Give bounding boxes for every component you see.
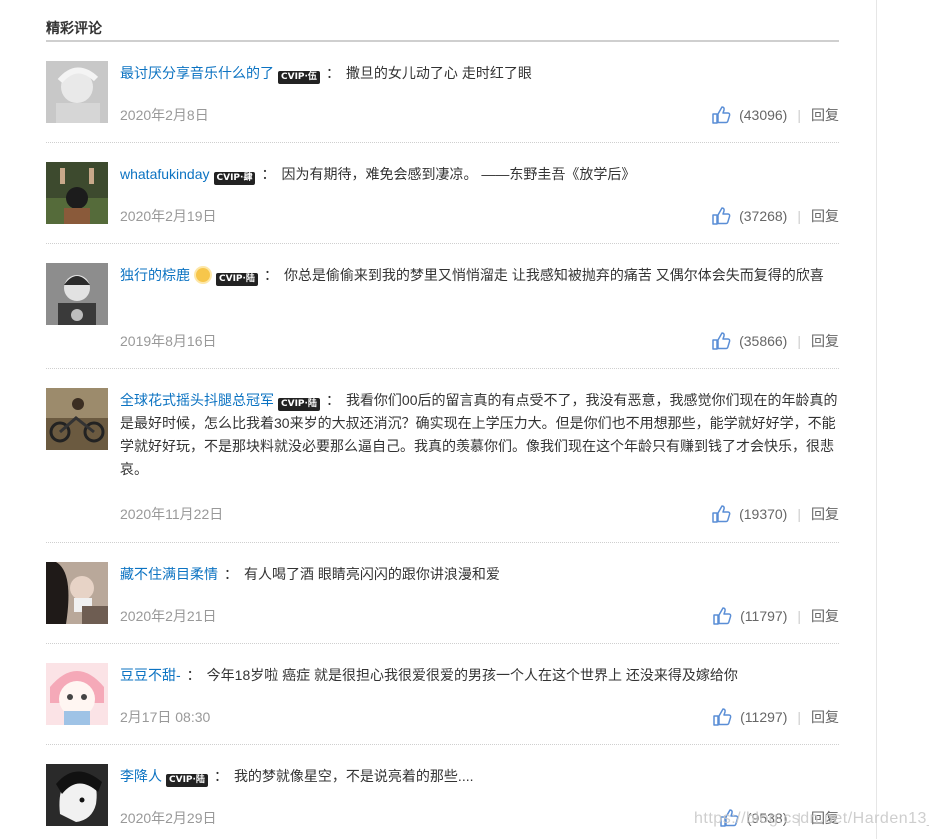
content-right-border	[876, 0, 877, 839]
like-count: (43096)	[739, 107, 788, 123]
thumbs-up-icon[interactable]	[711, 331, 731, 351]
comment-date: 2月17日 08:30	[120, 709, 211, 725]
comment-username[interactable]: 藏不住满目柔情	[120, 566, 218, 582]
comment-item: 豆豆不甜-：今年18岁啦 癌症 就是很担心我很爱很爱的男孩一个人在这个世界上 还…	[46, 663, 839, 745]
comment-username[interactable]: 独行的棕鹿	[120, 267, 190, 283]
comment-date: 2020年2月19日	[120, 208, 217, 224]
like-count: (35866)	[739, 333, 788, 349]
watermark-text: https://blog.csdn.net/Harden13_	[694, 810, 929, 827]
comment-text: 撒旦的女儿动了心 走时红了眼	[345, 65, 532, 81]
vip-badge: CVIP·陆	[216, 273, 258, 286]
reply-button[interactable]: 回复	[811, 331, 839, 351]
like-count: (11297)	[740, 709, 788, 725]
thumbs-up-icon[interactable]	[711, 105, 731, 125]
user-avatar[interactable]	[46, 388, 108, 450]
thumbs-up-icon[interactable]	[711, 504, 731, 524]
comment-text: 因为有期待，难免会感到凄凉。 ——东野圭吾《放学后》	[281, 166, 636, 182]
user-avatar[interactable]	[46, 162, 108, 224]
comment-username[interactable]: 最讨厌分享音乐什么的了	[120, 65, 274, 81]
reply-button[interactable]: 回复	[811, 504, 839, 524]
user-avatar[interactable]	[46, 263, 108, 325]
comment-username[interactable]: 豆豆不甜-	[120, 667, 181, 683]
user-avatar[interactable]	[46, 61, 108, 123]
like-count: (37268)	[739, 208, 788, 224]
user-avatar[interactable]	[46, 562, 108, 624]
user-avatar[interactable]	[46, 764, 108, 826]
sun-badge-icon	[196, 268, 210, 282]
reply-button[interactable]: 回复	[811, 206, 839, 226]
reply-button[interactable]: 回复	[811, 707, 839, 727]
thumbs-up-icon[interactable]	[712, 707, 732, 727]
vip-badge: CVIP·陆	[166, 774, 208, 787]
comment-username[interactable]: 全球花式摇头抖腿总冠军	[120, 392, 274, 408]
user-avatar[interactable]	[46, 663, 108, 725]
comment-item: 最讨厌分享音乐什么的了 CVIP·伍：撒旦的女儿动了心 走时红了眼 2020年2月…	[46, 61, 839, 143]
comment-date: 2020年2月29日	[120, 810, 217, 826]
like-count: (19370)	[739, 506, 788, 522]
comment-item: 全球花式摇头抖腿总冠军 CVIP·陆：我看你们00后的留言真的有点受不了，我没有恶…	[46, 388, 839, 543]
reply-button[interactable]: 回复	[811, 606, 839, 626]
thumbs-up-icon[interactable]	[711, 206, 731, 226]
comment-text: 我的梦就像星空，不是说亮着的那些....	[233, 768, 474, 784]
comment-text: 你总是偷偷来到我的梦里又悄悄溜走 让我感知被抛弃的痛苦 又偶尔体会失而复得的欣喜	[283, 267, 824, 283]
comment-username[interactable]: 李降人	[120, 768, 162, 784]
thumbs-up-icon[interactable]	[712, 606, 732, 626]
comment-item: 独行的棕鹿 CVIP·陆：你总是偷偷来到我的梦里又悄悄溜走 让我感知被抛弃的痛苦 …	[46, 263, 839, 369]
comment-date: 2020年11月22日	[120, 506, 224, 522]
comment-username[interactable]: whatafukinday	[120, 166, 210, 182]
vip-badge: CVIP·陆	[278, 398, 320, 411]
comment-item: 藏不住满目柔情：有人喝了酒 眼睛亮闪闪的跟你讲浪漫和爱 2020年2月21日 (…	[46, 562, 839, 644]
reply-button[interactable]: 回复	[811, 105, 839, 125]
section-title: 精彩评论	[46, 18, 839, 42]
comment-text: 有人喝了酒 眼睛亮闪闪的跟你讲浪漫和爱	[244, 566, 500, 582]
vip-badge: CVIP·伍	[278, 71, 320, 84]
comment-item: whatafukinday CVIP·肆：因为有期待，难免会感到凄凉。 ——东野圭…	[46, 162, 839, 244]
vip-badge: CVIP·肆	[213, 172, 256, 185]
comment-date: 2019年8月16日	[120, 333, 217, 349]
like-count: (11797)	[740, 608, 788, 624]
comment-date: 2020年2月8日	[120, 107, 209, 123]
comment-date: 2020年2月21日	[120, 608, 217, 624]
comment-text: 今年18岁啦 癌症 就是很担心我很爱很爱的男孩一个人在这个世界上 还没来得及嫁给…	[206, 667, 738, 683]
